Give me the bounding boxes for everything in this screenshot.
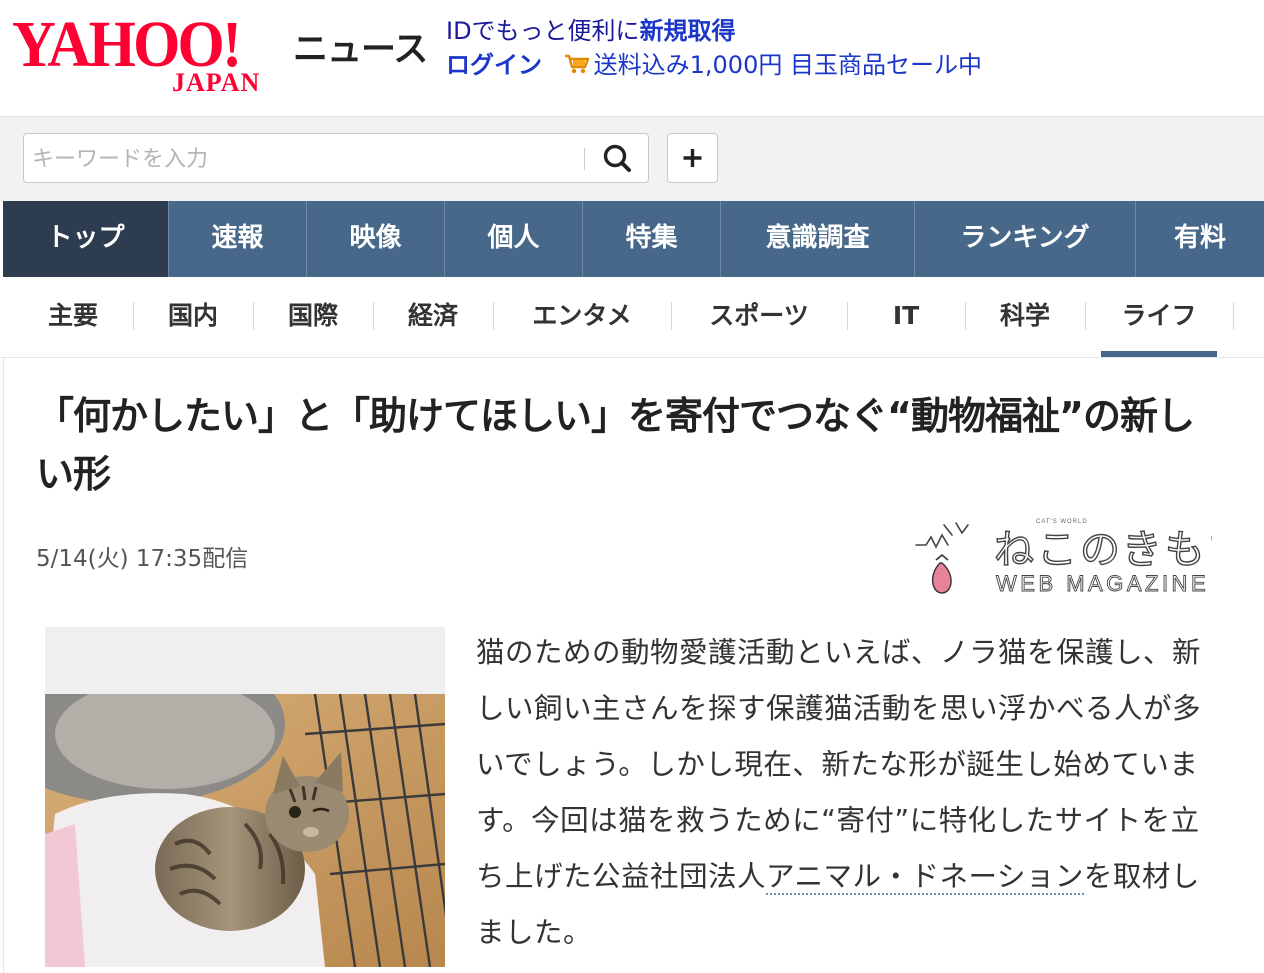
tab-top[interactable]: トップ [3, 201, 169, 277]
tab-ranking[interactable]: ランキング [915, 201, 1136, 277]
category-nav: 主要 国内 国際 経済 エンタメ スポーツ IT 科学 ライフ [0, 277, 1264, 358]
signup-link[interactable]: 新規取得 [640, 17, 736, 45]
search-icon [603, 144, 631, 172]
drop-icon [932, 553, 952, 594]
search-band [0, 116, 1264, 202]
shopping-cart-icon [564, 54, 589, 74]
source-logo-name: ねこのきもち [994, 528, 1212, 572]
category-sports[interactable]: スポーツ [672, 277, 846, 357]
category-it[interactable]: IT [848, 277, 964, 357]
article-date: 5/14(火) 17:35配信 [36, 546, 249, 572]
promo-prefix: IDでもっと便利に [446, 17, 640, 45]
header-promo: IDでもっと便利に新規取得 ログイン 送料込み1,000円 目玉商品セール中 [446, 14, 982, 82]
search-button[interactable] [596, 141, 640, 177]
category-science[interactable]: 科学 [966, 277, 1084, 357]
category-main[interactable]: 主要 [14, 277, 132, 357]
source-logo-small: CAT'S WORLD [1036, 519, 1088, 525]
cat-photo[interactable] [45, 694, 445, 967]
animal-donation-link[interactable]: アニマル・ドネーション [766, 860, 1084, 895]
tab-individual[interactable]: 個人 [445, 201, 583, 277]
promo-line-1: IDでもっと便利に新規取得 [446, 14, 982, 48]
category-divider [1233, 302, 1234, 330]
category-domestic[interactable]: 国内 [134, 277, 252, 357]
promo-line-2: ログイン 送料込み1,000円 目玉商品セール中 [446, 48, 982, 82]
category-life[interactable]: ライフ [1101, 277, 1217, 357]
tab-breaking[interactable]: 速報 [169, 201, 307, 277]
search-divider [584, 148, 585, 170]
search-input[interactable] [30, 140, 584, 178]
search-box [23, 133, 649, 183]
article-photo-frame [45, 627, 445, 967]
cat-whisker-icon [915, 522, 969, 549]
tab-paid[interactable]: 有料 [1136, 201, 1264, 277]
category-international[interactable]: 国際 [254, 277, 372, 357]
category-economy[interactable]: 経済 [374, 277, 492, 357]
plus-icon [683, 149, 702, 167]
tab-features[interactable]: 特集 [583, 201, 721, 277]
logo-subtext: JAPAN [172, 68, 261, 97]
tab-survey[interactable]: 意識調査 [721, 201, 915, 277]
source-logo[interactable]: ねこのきもち CAT'S WORLD WEB MAGAZINE [912, 515, 1212, 595]
tab-video[interactable]: 映像 [307, 201, 445, 277]
service-name[interactable]: ニュース [293, 21, 428, 72]
article-body-text: 猫のための動物愛護活動といえば、ノラ猫を保護し、新しい飼い主さんを探す保護猫活動… [476, 636, 1202, 893]
category-divider [1085, 302, 1086, 330]
yahoo-japan-logo[interactable]: YAHOO! JAPAN [12, 12, 287, 96]
article: 「何かしたい」と「助けてほしい」を寄付でつなぐ“動物福祉”の新しい形 5/14(… [3, 357, 1264, 973]
login-link[interactable]: ログイン [446, 51, 542, 79]
article-body: 猫のための動物愛護活動といえば、ノラ猫を保護し、新しい飼い主さんを探す保護猫活動… [476, 625, 1226, 961]
add-button[interactable] [667, 133, 718, 183]
source-logo-sub: WEB MAGAZINE [996, 571, 1209, 595]
site-header: YAHOO! JAPAN ニュース IDでもっと便利に新規取得 ログイン 送料込… [0, 0, 1264, 116]
category-entertainment[interactable]: エンタメ [494, 277, 670, 357]
sale-link[interactable]: 送料込み1,000円 目玉商品セール中 [594, 51, 982, 79]
article-headline: 「何かしたい」と「助けてほしい」を寄付でつなぐ“動物福祉”の新しい形 [36, 394, 1195, 496]
main-nav: トップ 速報 映像 個人 特集 意識調査 ランキング 有料 [3, 201, 1264, 277]
